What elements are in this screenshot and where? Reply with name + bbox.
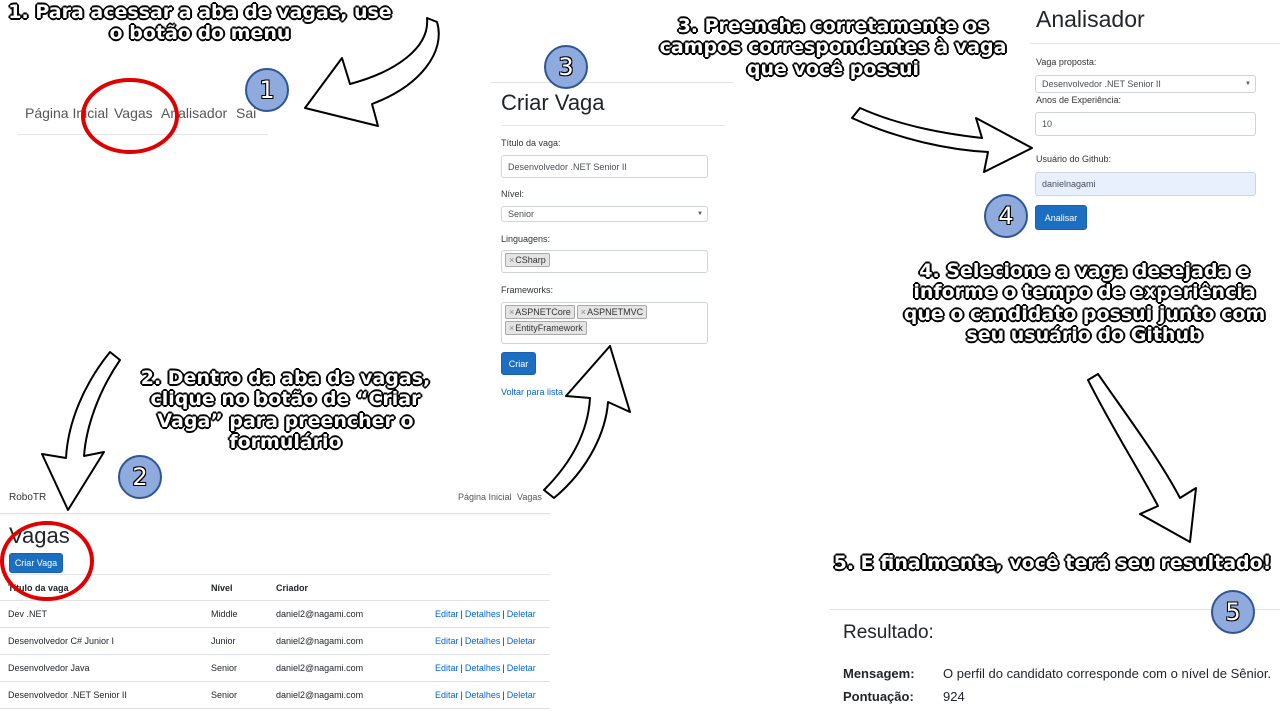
annotation-overlay: [0, 17, 1197, 601]
step-badge-2: 2: [118, 455, 162, 499]
caption-step3: 3. Preencha corretamente os campos corre…: [659, 15, 1007, 80]
highlight-criar-vaga: [0, 521, 94, 601]
highlight-vagas-menu: [81, 78, 179, 154]
caption-step4: 4. Selecione a vaga desejada e informe o…: [903, 260, 1266, 346]
step-badge-1: 1: [245, 68, 289, 112]
step-badge-4: 4: [984, 194, 1028, 238]
arrow-step2: [41, 351, 121, 511]
step-badge-3: 3: [544, 45, 588, 89]
caption-step2: 2. Dentro da aba de vagas, clique no bot…: [140, 367, 431, 453]
arrow-step5: [1087, 373, 1197, 543]
arrow-step3: [543, 345, 631, 499]
step-badge-5: 5: [1211, 590, 1255, 634]
caption-step1: 1. Para acessar a aba de vagas, use o bo…: [8, 1, 392, 45]
arrow-step4: [851, 107, 1033, 173]
caption-step5: 5. E finalmente, você terá seu resultado…: [833, 552, 1272, 574]
